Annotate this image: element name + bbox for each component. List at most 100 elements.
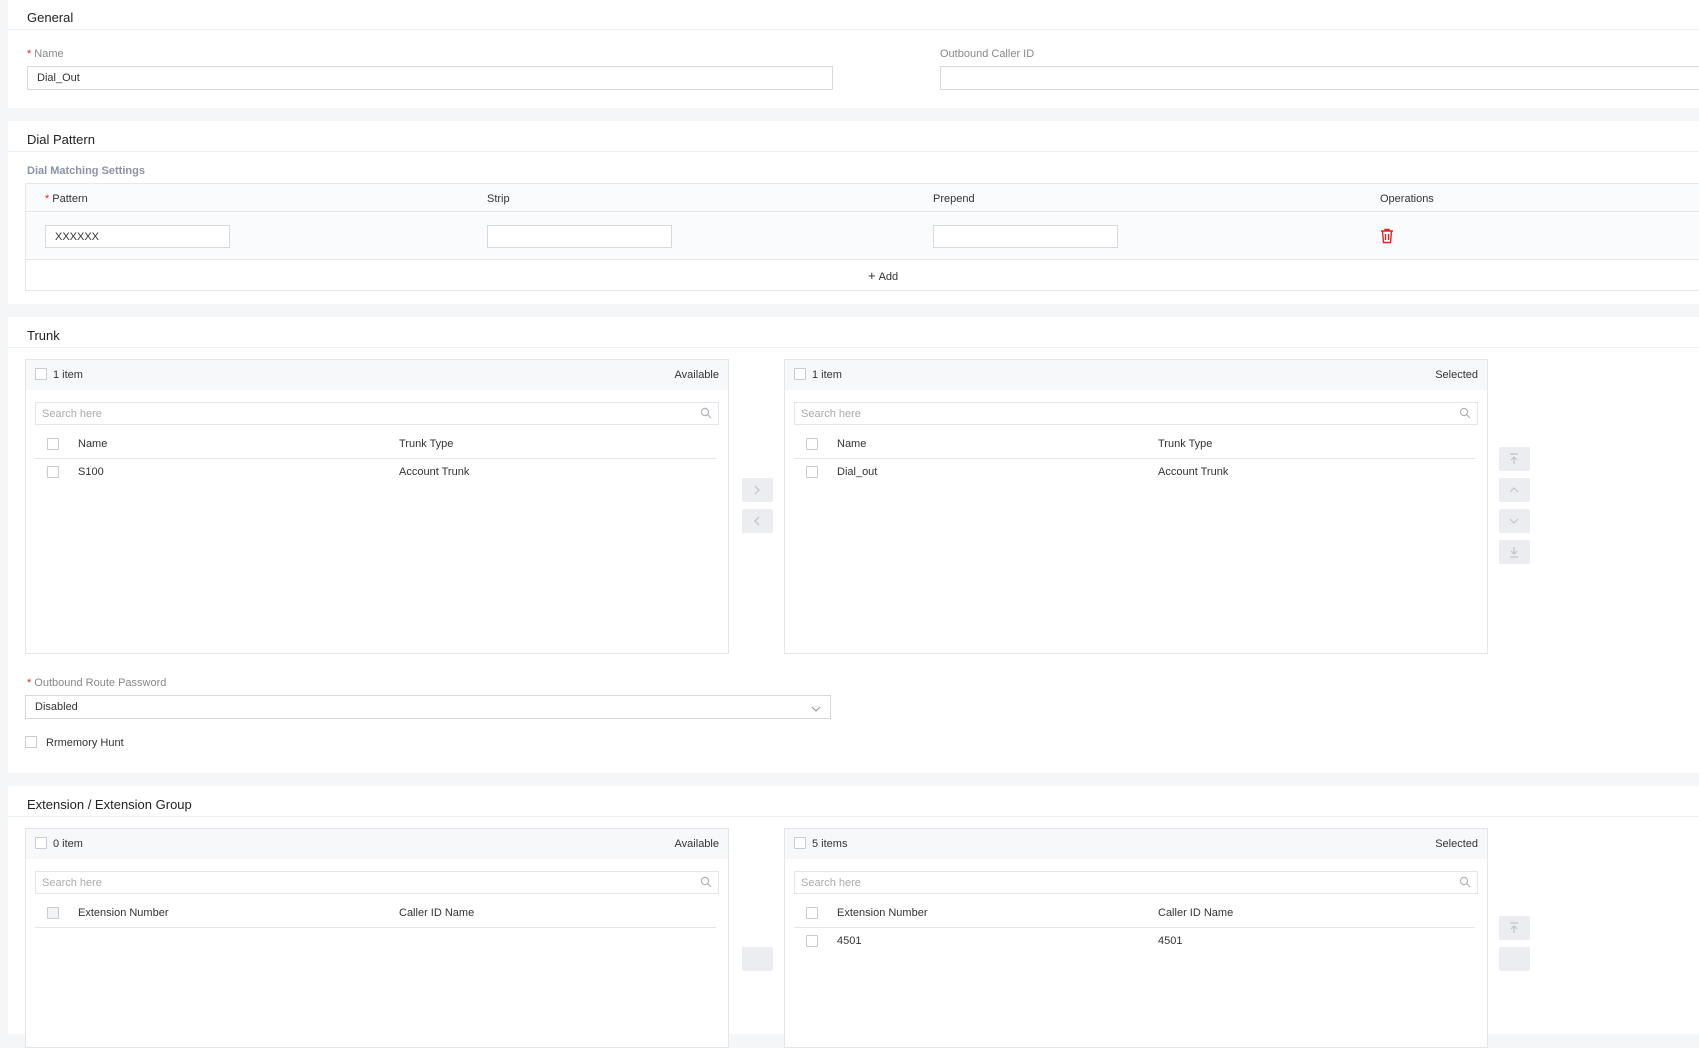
table-select-all-checkbox[interactable] bbox=[806, 438, 818, 450]
add-label: Add bbox=[878, 271, 899, 283]
extension-divider bbox=[8, 816, 1699, 817]
select-all-checkbox[interactable] bbox=[35, 368, 47, 380]
panel-status: Available bbox=[674, 369, 719, 381]
name-label: * Name bbox=[27, 48, 64, 60]
trunk-type-column-header: Trunk Type bbox=[399, 438, 454, 450]
item-count: 1 item bbox=[812, 369, 842, 381]
table-select-all-checkbox[interactable] bbox=[47, 438, 59, 450]
caller-id-name-column-header: Caller ID Name bbox=[1158, 907, 1234, 919]
chevron-down-icon bbox=[811, 701, 821, 723]
panel-status: Selected bbox=[1435, 838, 1478, 850]
dial-pattern-table: * Pattern Strip Prepend Operations XXXXXX… bbox=[25, 183, 1699, 291]
move-top-button[interactable] bbox=[1499, 916, 1530, 940]
rrmemory-hunt-label: Rrmemory Hunt bbox=[46, 737, 124, 749]
row-checkbox[interactable] bbox=[806, 466, 818, 478]
required-marker: * bbox=[27, 677, 32, 689]
search-icon[interactable] bbox=[1459, 407, 1471, 419]
select-all-checkbox[interactable] bbox=[794, 837, 806, 849]
trunk-type: Account Trunk bbox=[1158, 466, 1229, 478]
extension-available-panel: 0 item Available Search here Extension N… bbox=[25, 828, 729, 1048]
header-divider bbox=[794, 927, 1475, 928]
row-checkbox[interactable] bbox=[47, 466, 59, 478]
table-row[interactable]: Dial_out Account Trunk bbox=[794, 460, 1475, 486]
outbound-route-password-label: * Outbound Route Password bbox=[27, 677, 166, 689]
strip-column-header: Strip bbox=[487, 193, 510, 205]
trunk-available-panel: 1 item Available Search here Name Trunk … bbox=[25, 359, 729, 654]
item-count: 1 item bbox=[53, 369, 83, 381]
password-selected-value: Disabled bbox=[35, 701, 78, 713]
table-select-all-checkbox[interactable] bbox=[47, 907, 59, 919]
trunk-selected-search[interactable]: Search here bbox=[794, 402, 1478, 425]
search-placeholder: Search here bbox=[42, 408, 102, 420]
move-right-button[interactable] bbox=[742, 478, 773, 502]
extension-selected-header: 5 items Selected bbox=[785, 829, 1487, 859]
outbound-caller-id-label: Outbound Caller ID bbox=[940, 48, 1035, 60]
extension-available-header: 0 item Available bbox=[26, 829, 728, 859]
move-right-button[interactable] bbox=[742, 947, 773, 971]
search-icon[interactable] bbox=[1459, 876, 1471, 888]
extension-number-column-header: Extension Number bbox=[837, 907, 928, 919]
plus-icon: + bbox=[868, 268, 876, 283]
general-section: General * Name Dial_Out Outbound Caller I… bbox=[8, 0, 1699, 108]
move-up-button[interactable] bbox=[1499, 947, 1530, 971]
search-placeholder: Search here bbox=[801, 877, 861, 889]
move-down-button[interactable] bbox=[1499, 509, 1530, 533]
trunk-selected-header: 1 item Selected bbox=[785, 360, 1487, 390]
trunk-name: S100 bbox=[78, 466, 104, 478]
extension-section: Extension / Extension Group 0 item Avail… bbox=[8, 786, 1699, 1048]
trunk-available-header: 1 item Available bbox=[26, 360, 728, 390]
pattern-column-header: * Pattern bbox=[45, 193, 88, 205]
item-count: 0 item bbox=[53, 838, 83, 850]
general-divider bbox=[8, 29, 1699, 30]
pattern-column-label: Pattern bbox=[52, 193, 88, 205]
prepend-input[interactable] bbox=[933, 225, 1118, 248]
trunk-available-search[interactable]: Search here bbox=[35, 402, 719, 425]
dial-pattern-title: Dial Pattern bbox=[27, 132, 95, 147]
select-all-checkbox[interactable] bbox=[794, 368, 806, 380]
table-row[interactable]: S100 Account Trunk bbox=[35, 460, 716, 486]
panel-status: Selected bbox=[1435, 369, 1478, 381]
header-divider bbox=[794, 458, 1475, 459]
add-pattern-button[interactable]: + Add bbox=[868, 268, 898, 283]
search-icon[interactable] bbox=[700, 876, 712, 888]
caller-id-name-column-header: Caller ID Name bbox=[399, 907, 475, 919]
trunk-selected-panel: 1 item Selected Search here Name Trunk T… bbox=[784, 359, 1488, 654]
search-icon[interactable] bbox=[700, 407, 712, 419]
search-placeholder: Search here bbox=[801, 408, 861, 420]
header-divider bbox=[35, 927, 716, 928]
name-input[interactable]: Dial_Out bbox=[27, 66, 833, 90]
prepend-column-header: Prepend bbox=[933, 193, 975, 205]
select-all-checkbox[interactable] bbox=[35, 837, 47, 849]
move-bottom-button[interactable] bbox=[1499, 540, 1530, 564]
caller-id-name: 4501 bbox=[1158, 935, 1183, 947]
pattern-input[interactable]: XXXXXX bbox=[45, 225, 230, 248]
trunk-section: Trunk 1 item Available Search here Name … bbox=[8, 317, 1699, 773]
dial-pattern-row: XXXXXX bbox=[26, 213, 1699, 260]
name-column-header: Name bbox=[837, 438, 867, 450]
extension-selected-search[interactable]: Search here bbox=[794, 871, 1478, 894]
trunk-divider bbox=[8, 347, 1699, 348]
dial-matching-subtitle: Dial Matching Settings bbox=[27, 165, 145, 177]
trunk-type: Account Trunk bbox=[399, 466, 470, 478]
name-column-header: Name bbox=[78, 438, 108, 450]
trash-icon[interactable] bbox=[1380, 228, 1394, 244]
table-row[interactable]: 4501 4501 bbox=[794, 929, 1475, 955]
extension-number: 4501 bbox=[837, 935, 862, 947]
trunk-name: Dial_out bbox=[837, 466, 878, 478]
outbound-route-password-select[interactable]: Disabled bbox=[25, 695, 831, 719]
strip-input[interactable] bbox=[487, 225, 672, 248]
extension-number-column-header: Extension Number bbox=[78, 907, 169, 919]
table-select-all-checkbox[interactable] bbox=[806, 907, 818, 919]
header-divider bbox=[35, 458, 716, 459]
move-top-button[interactable] bbox=[1499, 447, 1530, 471]
outbound-caller-id-input[interactable] bbox=[940, 66, 1699, 90]
move-up-button[interactable] bbox=[1499, 478, 1530, 502]
rrmemory-hunt-checkbox[interactable] bbox=[25, 736, 37, 748]
row-checkbox[interactable] bbox=[806, 935, 818, 947]
extension-available-search[interactable]: Search here bbox=[35, 871, 719, 894]
move-left-button[interactable] bbox=[742, 509, 773, 533]
name-label-text: Name bbox=[34, 48, 64, 60]
extension-title: Extension / Extension Group bbox=[27, 797, 192, 812]
panel-status: Available bbox=[674, 838, 719, 850]
operations-column-header: Operations bbox=[1380, 193, 1434, 205]
